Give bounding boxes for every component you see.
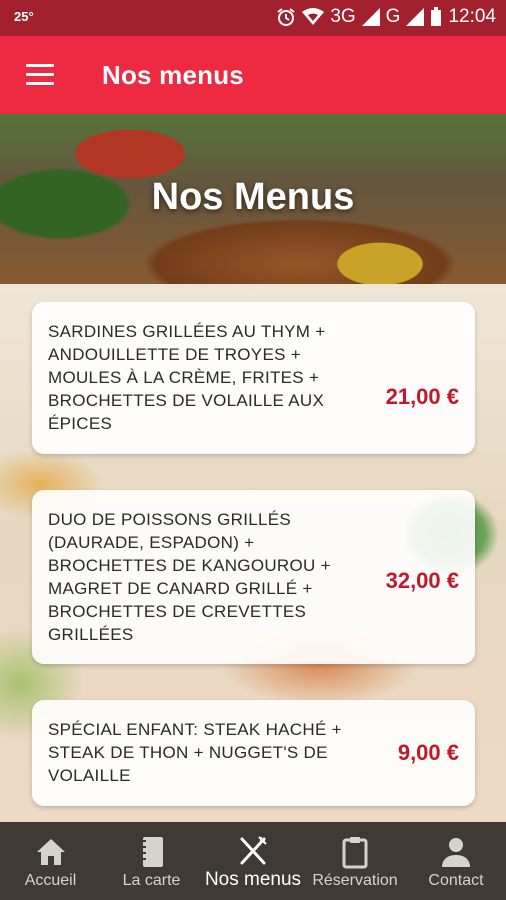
hero-banner: Nos Menus xyxy=(0,114,506,284)
status-bar: 25° 3G G 12:04 xyxy=(0,0,506,36)
menu-card[interactable]: Duo de poissons grillés (daurade, espado… xyxy=(32,490,475,664)
tab-label: Accueil xyxy=(24,872,77,889)
home-icon xyxy=(36,839,65,865)
signal-icon-2 xyxy=(406,8,425,26)
tab-label: La carte xyxy=(122,872,181,889)
menu-description: Duo de poissons grillés (daurade, espado… xyxy=(48,510,331,644)
menu-card[interactable]: Spécial enfant: steak haché + steak de t… xyxy=(32,700,475,806)
person-icon xyxy=(442,838,470,867)
tab-label: Nos menus xyxy=(204,869,302,890)
clock: 12:04 xyxy=(448,6,496,27)
bottom-navigation: Accueil La carte Nos menus Réservation C… xyxy=(0,822,506,900)
tab-label: Réservation xyxy=(312,872,398,889)
menu-description: Spécial enfant: steak haché + steak de t… xyxy=(48,720,342,785)
network-3g-label: 3G xyxy=(330,6,356,27)
signal-icon xyxy=(361,8,380,26)
network-g-label: G xyxy=(385,6,401,27)
menu-price: 9,00 € xyxy=(397,740,459,765)
tab-accueil[interactable]: Accueil xyxy=(0,822,101,900)
app-bar: Nos menus xyxy=(0,36,506,114)
menu-card[interactable]: Sardines grillées au thym + andouillette… xyxy=(32,302,475,454)
tab-contact[interactable]: Contact xyxy=(406,822,506,900)
battery-icon xyxy=(431,7,442,26)
tab-nos-menus[interactable]: Nos menus xyxy=(202,822,304,900)
alarm-icon xyxy=(277,8,295,26)
tab-label: Contact xyxy=(428,872,484,889)
menu-price: 32,00 € xyxy=(385,568,459,593)
menu-description: Sardines grillées au thym + andouillette… xyxy=(48,322,326,433)
menu-price: 21,00 € xyxy=(385,384,459,409)
temperature: 25° xyxy=(14,9,34,24)
wifi-icon xyxy=(302,8,325,25)
hero-title: Nos Menus xyxy=(151,176,355,218)
fork-knife-icon xyxy=(240,836,267,865)
app-bar-title: Nos menus xyxy=(102,60,244,90)
tab-reservation[interactable]: Réservation xyxy=(304,822,406,900)
clipboard-icon xyxy=(342,837,368,869)
menu-list[interactable]: Sardines grillées au thym + andouillette… xyxy=(0,284,506,822)
tab-la-carte[interactable]: La carte xyxy=(101,822,202,900)
menu-icon[interactable] xyxy=(26,64,54,86)
status-icons: 3G G 12:04 xyxy=(276,6,496,28)
book-icon xyxy=(141,837,163,867)
